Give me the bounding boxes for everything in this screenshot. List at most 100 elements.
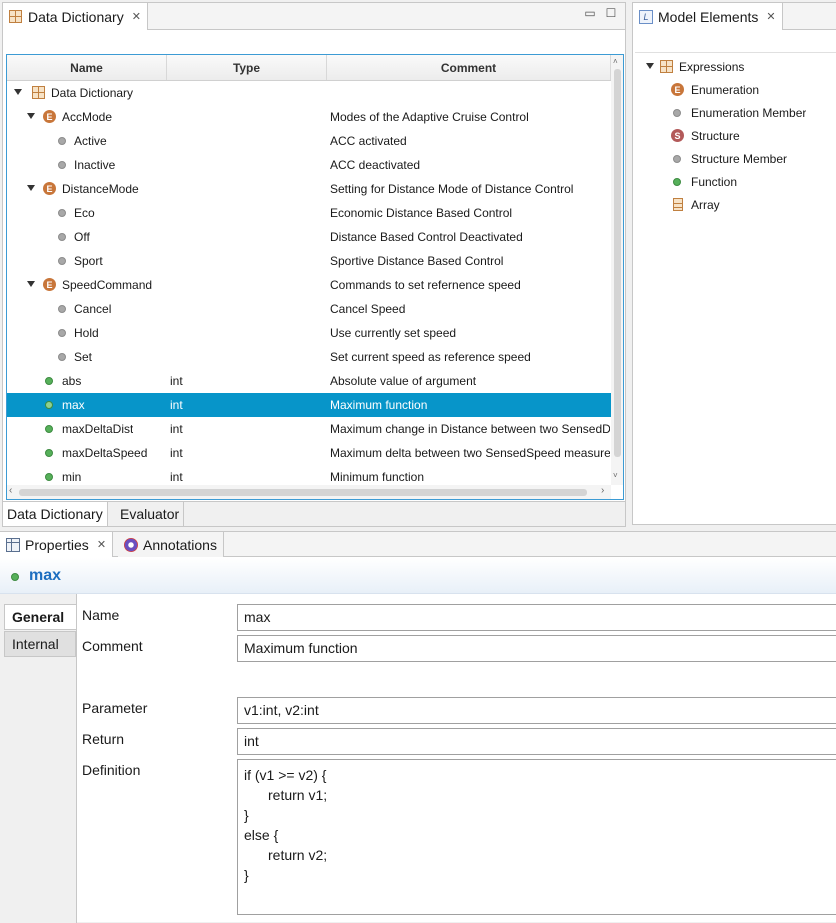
column-header-comment[interactable]: Comment — [327, 55, 611, 80]
scroll-down-icon[interactable]: ˅ — [613, 471, 618, 480]
tab-annotations[interactable]: Annotations — [118, 532, 224, 557]
table-row[interactable]: Cancel Cancel Speed — [7, 297, 611, 321]
table-row[interactable]: maxDeltaSpeed int Maximum delta between … — [7, 441, 611, 465]
tree-item-structure[interactable]: S Structure — [633, 124, 836, 147]
row-comment: Setting for Distance Mode of Distance Co… — [330, 182, 574, 196]
tree-item-enumeration-member[interactable]: Enumeration Member — [633, 101, 836, 124]
member-icon — [58, 353, 66, 361]
comment-label: Comment — [82, 638, 143, 654]
tree-item-enumeration[interactable]: E Enumeration — [633, 78, 836, 101]
definition-label: Definition — [82, 762, 141, 778]
table-row[interactable]: E AccMode Modes of the Adaptive Cruise C… — [7, 105, 611, 129]
code-line: return v1; — [268, 787, 328, 803]
row-name: Inactive — [74, 158, 116, 172]
close-icon[interactable]: ✕ — [132, 10, 141, 23]
table-row[interactable]: Inactive ACC deactivated — [7, 153, 611, 177]
scroll-thumb[interactable] — [614, 69, 621, 457]
function-icon — [45, 425, 53, 433]
row-comment: Maximum delta between two SensedSpeed me… — [330, 446, 610, 460]
member-icon — [673, 109, 681, 117]
scroll-thumb[interactable] — [19, 489, 587, 496]
properties-title-bar: max — [0, 558, 836, 594]
table-row[interactable]: Sport Sportive Distance Based Control — [7, 249, 611, 273]
table-row[interactable]: Off Distance Based Control Deactivated — [7, 225, 611, 249]
row-comment: Modes of the Adaptive Cruise Control — [330, 110, 529, 124]
tree-item-array[interactable]: Array — [633, 193, 836, 216]
model-elements-tree: Expressions E Enumeration Enumeration Me… — [633, 55, 836, 235]
table-row[interactable]: Set Set current speed as reference speed — [7, 345, 611, 369]
function-icon — [45, 449, 53, 457]
minimize-button[interactable]: ▭ — [581, 3, 599, 23]
function-icon — [45, 473, 53, 481]
tab-data-dictionary-bottom[interactable]: Data Dictionary — [3, 502, 108, 526]
tab-model-elements[interactable]: L Model Elements ✕ — [633, 3, 783, 30]
scroll-up-icon[interactable]: ˄ — [613, 57, 618, 66]
expand-arrow-icon[interactable] — [14, 89, 22, 95]
expand-arrow-icon[interactable] — [646, 63, 654, 69]
maximize-button[interactable]: ☐ — [602, 3, 620, 23]
code-line: return v2; — [268, 847, 328, 863]
scroll-left-icon[interactable]: ‹ — [9, 485, 12, 496]
properties-view: Properties ✕ Annotations max General Int… — [0, 531, 836, 923]
close-icon[interactable]: ✕ — [766, 10, 775, 23]
close-icon[interactable]: ✕ — [97, 538, 106, 551]
name-field[interactable]: max — [237, 604, 836, 631]
tree-item-label: Enumeration — [691, 83, 760, 97]
filter-bar[interactable] — [6, 31, 622, 53]
tab-data-dictionary[interactable]: Data Dictionary ✕ — [3, 3, 148, 30]
table-row[interactable]: abs int Absolute value of argument — [7, 369, 611, 393]
model-elements-tabbar: L Model Elements ✕ — [633, 3, 836, 30]
table-row[interactable]: Eco Economic Distance Based Control — [7, 201, 611, 225]
row-comment: ACC activated — [330, 134, 407, 148]
tab-internal[interactable]: Internal — [4, 631, 76, 657]
horizontal-scrollbar[interactable]: ‹ › — [7, 485, 611, 499]
table-row[interactable]: Hold Use currently set speed — [7, 321, 611, 345]
column-header-name[interactable]: Name — [7, 55, 167, 80]
tree-item-expressions[interactable]: Expressions — [633, 55, 836, 78]
table-row[interactable]: E DistanceMode Setting for Distance Mode… — [7, 177, 611, 201]
parameter-label: Parameter — [82, 700, 148, 716]
tab-general[interactable]: General — [4, 604, 76, 630]
return-field[interactable]: int — [237, 728, 836, 755]
row-name: maxDeltaDist — [62, 422, 134, 436]
scroll-right-icon[interactable]: › — [601, 485, 604, 496]
expand-arrow-icon[interactable] — [27, 113, 35, 119]
tab-properties-label: Properties — [25, 536, 89, 553]
row-comment: Distance Based Control Deactivated — [330, 230, 523, 244]
table-row[interactable]: min int Minimum function — [7, 465, 611, 485]
comment-field[interactable]: Maximum function — [237, 635, 836, 662]
expand-arrow-icon[interactable] — [27, 281, 35, 287]
enumeration-icon: E — [43, 278, 56, 291]
function-icon — [673, 178, 681, 186]
expand-arrow-icon[interactable] — [27, 185, 35, 191]
row-name: Eco — [74, 206, 95, 220]
parameter-field[interactable]: v1:int, v2:int — [237, 697, 836, 724]
vertical-scrollbar[interactable]: ˄ ˅ — [611, 55, 623, 485]
tree-item-structure-member[interactable]: Structure Member — [633, 147, 836, 170]
row-name: DistanceMode — [62, 182, 139, 196]
model-elements-filter[interactable] — [635, 31, 836, 53]
member-icon — [58, 161, 66, 169]
tree-item-function[interactable]: Function — [633, 170, 836, 193]
row-name: max — [62, 398, 85, 412]
table-header: Name Type Comment — [7, 55, 611, 81]
row-name: Off — [74, 230, 90, 244]
table-row[interactable]: E SpeedCommand Commands to set refernenc… — [7, 273, 611, 297]
properties-title: max — [29, 567, 62, 584]
member-icon — [673, 155, 681, 163]
tab-properties[interactable]: Properties ✕ — [0, 532, 114, 557]
enumeration-icon: E — [671, 83, 684, 96]
table-row[interactable]: Active ACC activated — [7, 129, 611, 153]
code-line: } — [244, 867, 249, 883]
tab-evaluator[interactable]: Evaluator — [116, 502, 185, 526]
row-name: maxDeltaSpeed — [62, 446, 148, 460]
definition-editor[interactable]: if (v1 >= v2) { return v1; } else { retu… — [237, 759, 836, 915]
table-body: Data Dictionary E AccMode Modes of the A… — [7, 81, 611, 485]
row-name: Cancel — [74, 302, 112, 316]
table-row-selected[interactable]: max int Maximum function — [7, 393, 611, 417]
table-row[interactable]: maxDeltaDist int Maximum change in Dista… — [7, 417, 611, 441]
row-comment: ACC deactivated — [330, 158, 421, 172]
tab-model-elements-label: Model Elements — [658, 8, 759, 25]
column-header-type[interactable]: Type — [167, 55, 327, 80]
table-row[interactable]: Data Dictionary — [7, 81, 611, 105]
